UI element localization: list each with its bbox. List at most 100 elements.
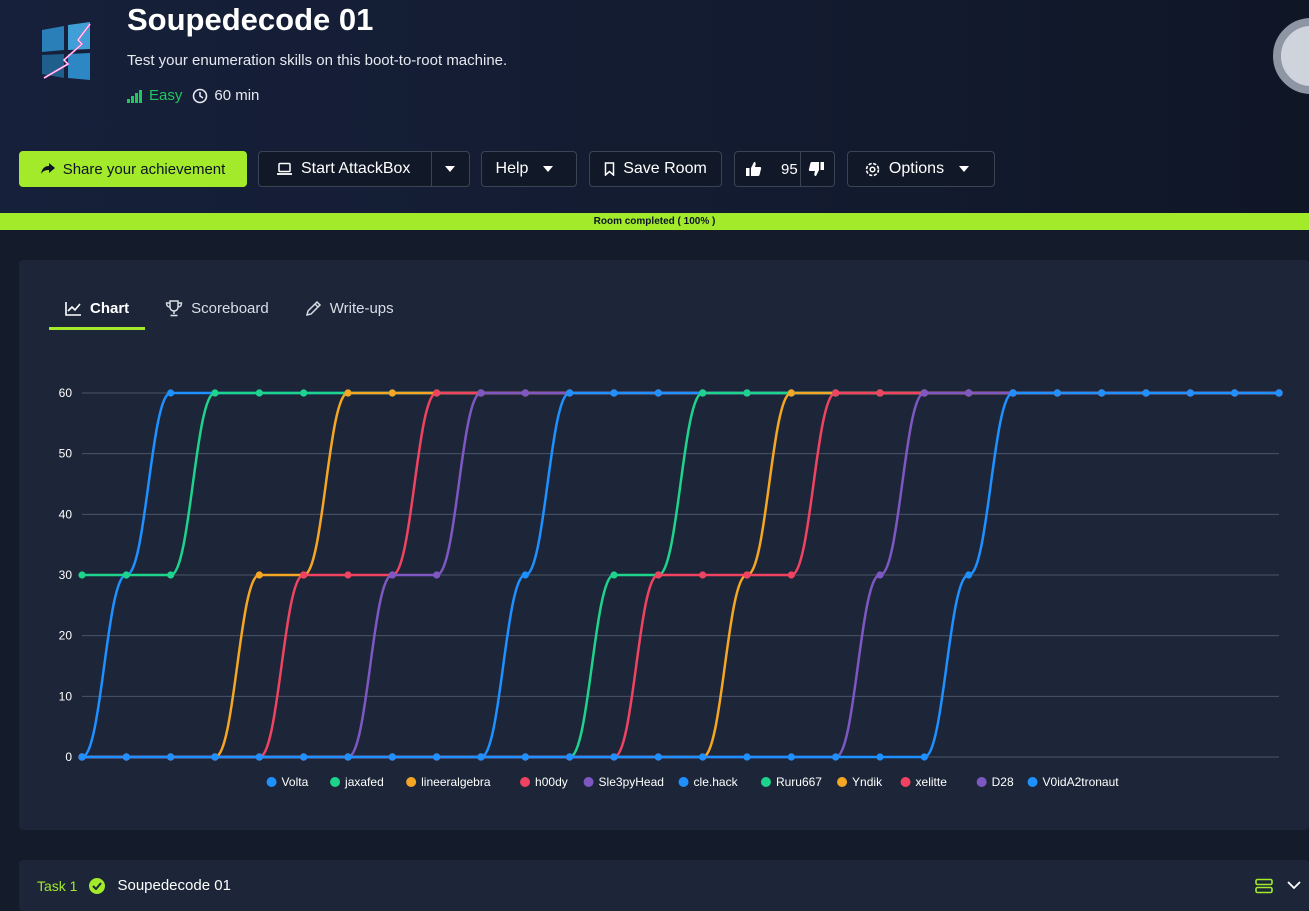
data-point[interactable] (167, 753, 175, 761)
data-point[interactable] (876, 571, 884, 579)
data-point[interactable] (699, 571, 707, 579)
thumbs-down-icon[interactable] (808, 161, 825, 177)
data-point[interactable] (787, 753, 795, 761)
data-point[interactable] (122, 571, 130, 579)
data-point[interactable] (167, 389, 175, 397)
data-point[interactable] (965, 571, 973, 579)
data-point[interactable] (1009, 389, 1017, 397)
data-point[interactable] (832, 389, 840, 397)
duration-label: 60 min (214, 87, 260, 104)
data-point[interactable] (699, 389, 707, 397)
legend-label[interactable]: cle.hack (694, 775, 739, 789)
data-point[interactable] (743, 753, 751, 761)
data-point[interactable] (388, 389, 396, 397)
data-point[interactable] (344, 571, 352, 579)
data-point[interactable] (654, 753, 662, 761)
legend-swatch[interactable] (1027, 777, 1038, 787)
legend-swatch[interactable] (837, 777, 848, 787)
task-header[interactable]: Task 1 Soupedecode 01 (19, 860, 1309, 911)
data-point[interactable] (388, 571, 396, 579)
data-point[interactable] (920, 753, 928, 761)
data-point[interactable] (300, 571, 308, 579)
data-point[interactable] (566, 753, 574, 761)
data-point[interactable] (433, 753, 441, 761)
data-point[interactable] (521, 389, 529, 397)
data-point[interactable] (300, 753, 308, 761)
data-point[interactable] (610, 753, 618, 761)
data-point[interactable] (388, 753, 396, 761)
legend-swatch[interactable] (900, 777, 911, 787)
data-point[interactable] (654, 389, 662, 397)
data-point[interactable] (1275, 389, 1283, 397)
legend-swatch[interactable] (976, 777, 987, 787)
legend-label[interactable]: lineeralgebra (421, 775, 491, 789)
data-point[interactable] (521, 753, 529, 761)
chevron-down-icon[interactable] (1287, 881, 1301, 890)
data-point[interactable] (1098, 389, 1106, 397)
data-point[interactable] (300, 389, 308, 397)
attackbox-label: Start AttackBox (301, 160, 411, 177)
data-point[interactable] (477, 389, 485, 397)
data-point[interactable] (255, 571, 263, 579)
data-point[interactable] (211, 389, 219, 397)
legend-swatch[interactable] (520, 777, 531, 787)
data-point[interactable] (920, 389, 928, 397)
data-point[interactable] (1186, 389, 1194, 397)
data-point[interactable] (743, 571, 751, 579)
data-point[interactable] (1142, 389, 1150, 397)
legend-label[interactable]: Ruru667 (776, 775, 822, 789)
data-point[interactable] (255, 753, 263, 761)
data-point[interactable] (433, 389, 441, 397)
legend-label[interactable]: Sle3pyHead (599, 775, 664, 789)
data-point[interactable] (743, 389, 751, 397)
room-meta: Easy 60 min (127, 87, 259, 104)
legend-label[interactable]: Volta (282, 775, 309, 789)
legend-label[interactable]: h00dy (535, 775, 568, 789)
data-point[interactable] (211, 753, 219, 761)
legend-swatch[interactable] (330, 777, 341, 787)
save-room-button[interactable]: Save Room (589, 151, 722, 187)
data-point[interactable] (433, 571, 441, 579)
data-point[interactable] (654, 571, 662, 579)
options-button[interactable]: Options (847, 151, 995, 187)
legend-label[interactable]: V0idA2tronaut (1043, 775, 1120, 789)
data-point[interactable] (876, 753, 884, 761)
data-point[interactable] (787, 389, 795, 397)
chevron-down-icon[interactable] (444, 165, 456, 173)
data-point[interactable] (876, 389, 884, 397)
data-point[interactable] (477, 753, 485, 761)
data-point[interactable] (1231, 389, 1239, 397)
legend-label[interactable]: Yndik (852, 775, 883, 789)
data-point[interactable] (832, 753, 840, 761)
data-point[interactable] (122, 753, 130, 761)
legend-label[interactable]: D28 (992, 775, 1014, 789)
data-point[interactable] (610, 389, 618, 397)
user-avatar[interactable] (1273, 18, 1309, 94)
data-point[interactable] (787, 571, 795, 579)
share-achievement-button[interactable]: Share your achievement (19, 151, 247, 187)
legend-swatch[interactable] (583, 777, 594, 787)
data-point[interactable] (78, 571, 86, 579)
data-point[interactable] (344, 753, 352, 761)
data-point[interactable] (521, 571, 529, 579)
legend-swatch[interactable] (760, 777, 771, 787)
legend-label[interactable]: xelitte (916, 775, 948, 789)
legend-swatch[interactable] (678, 777, 689, 787)
start-attackbox-button[interactable]: Start AttackBox (258, 151, 470, 187)
data-point[interactable] (610, 571, 618, 579)
legend-swatch[interactable] (266, 777, 277, 787)
help-button[interactable]: Help (481, 151, 577, 187)
data-point[interactable] (167, 571, 175, 579)
difficulty-badge: Easy (127, 87, 182, 104)
data-point[interactable] (344, 389, 352, 397)
stack-icon[interactable] (1255, 878, 1273, 894)
data-point[interactable] (78, 753, 86, 761)
data-point[interactable] (1053, 389, 1061, 397)
thumbs-up-icon[interactable] (745, 161, 762, 177)
legend-swatch[interactable] (406, 777, 417, 787)
data-point[interactable] (566, 389, 574, 397)
data-point[interactable] (965, 389, 973, 397)
legend-label[interactable]: jaxafed (344, 775, 384, 789)
data-point[interactable] (255, 389, 263, 397)
data-point[interactable] (699, 753, 707, 761)
